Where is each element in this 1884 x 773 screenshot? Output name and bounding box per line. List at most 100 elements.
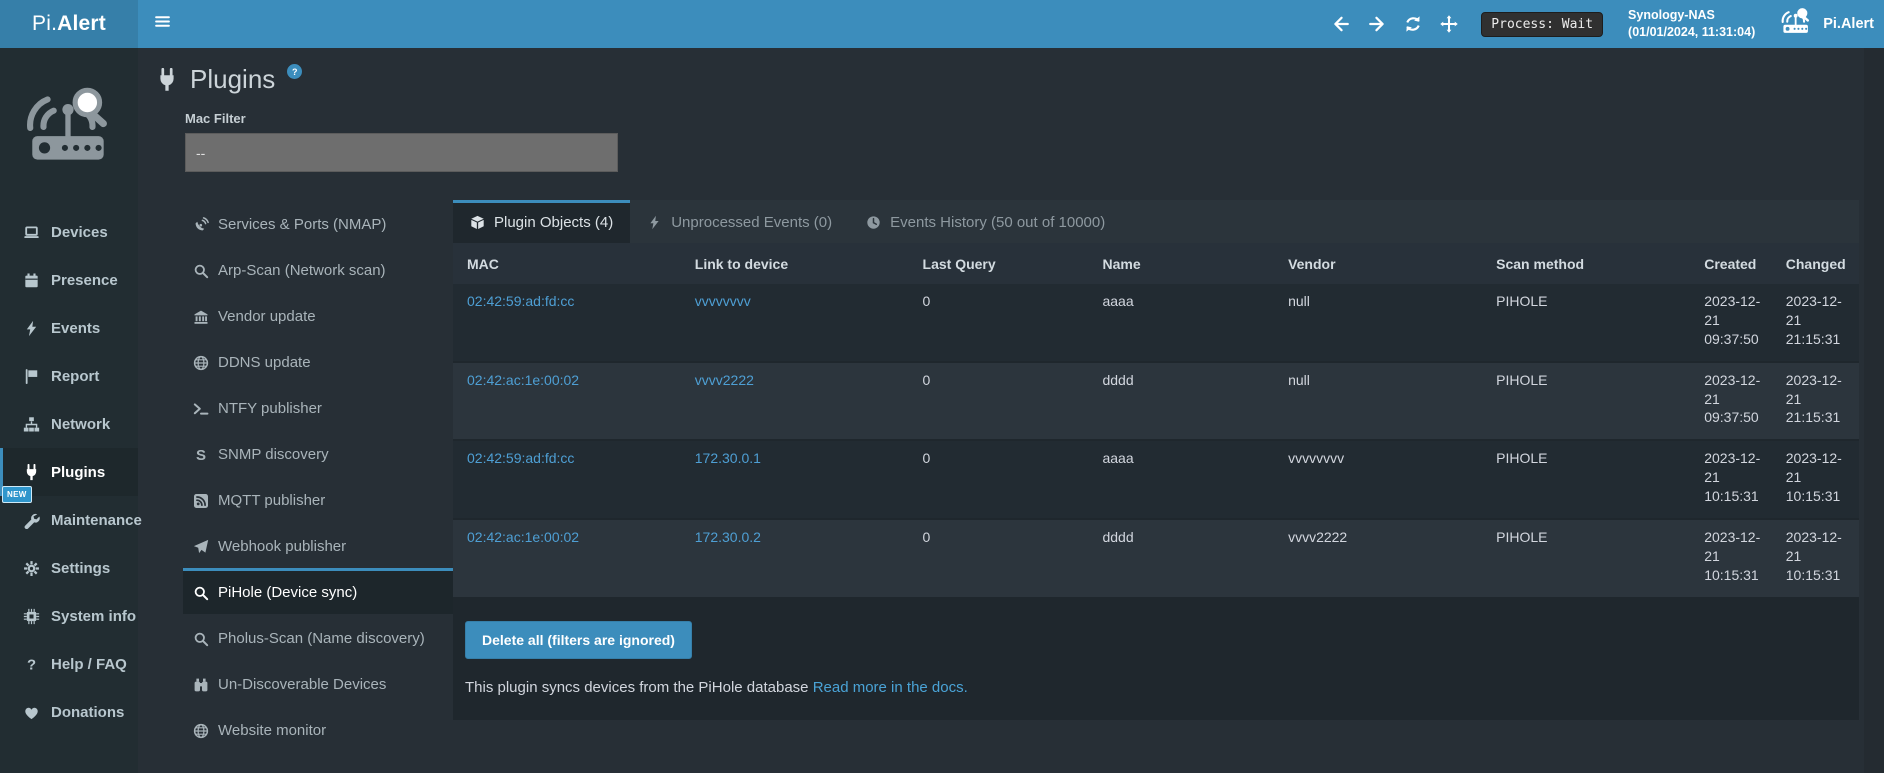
sidebar-toggle-button[interactable] <box>138 13 187 35</box>
table-row: 02:42:ac:1e:00:02 172.30.0.2 0 dddd vvvv… <box>453 519 1859 598</box>
plugin-nav-item[interactable]: Services & Ports (NMAP) <box>183 200 453 246</box>
sidebar-item-label: Donations <box>51 704 124 721</box>
plugin-nav-item[interactable]: Un-Discoverable Devices <box>183 660 453 706</box>
cell-mac: 02:42:59:ad:fd:cc <box>453 440 681 519</box>
mac-link[interactable]: 02:42:59:ad:fd:cc <box>467 450 574 466</box>
tab-bar: Plugin Objects (4) Unprocessed Events (0… <box>453 200 1859 243</box>
plugin-nav-item[interactable]: Vendor update <box>183 292 453 338</box>
sidebar: Devices Presence Events <box>0 48 138 773</box>
tab-icon <box>647 215 662 230</box>
sidebar-logo <box>0 48 138 208</box>
sidebar-item[interactable]: ? Help / FAQ <box>0 640 138 688</box>
plugin-nav-item-icon <box>193 217 209 233</box>
plugin-nav-item-label: Website monitor <box>218 722 326 739</box>
plugin-nav-item-label: PiHole (Device sync) <box>218 584 357 601</box>
device-link[interactable]: vvvvvvvv <box>695 293 751 309</box>
page-title: Plugins ? <box>155 64 1859 95</box>
move-resize-button[interactable] <box>1439 15 1458 34</box>
plugin-nav-item[interactable]: Pholus-Scan (Name discovery) <box>183 614 453 660</box>
plugin-nav-item-label: MQTT publisher <box>218 492 325 509</box>
sidebar-item-label: Settings <box>51 560 110 577</box>
cell-created: 2023-12-21 10:15:31 <box>1690 519 1772 598</box>
sidebar-item[interactable]: Donations <box>0 688 138 736</box>
plugin-description-text: This plugin syncs devices from the PiHol… <box>465 679 813 696</box>
tab[interactable]: Events History (50 out of 10000) <box>849 200 1122 243</box>
brand-logo[interactable]: Pi.Alert <box>0 0 138 48</box>
cell-scan-method: PIHOLE <box>1482 284 1690 362</box>
cell-scan-method: PIHOLE <box>1482 519 1690 598</box>
sidebar-item[interactable]: Events <box>0 304 138 352</box>
device-link[interactable]: 172.30.0.1 <box>695 450 761 466</box>
sidebar-item-label: Report <box>51 368 99 385</box>
mac-filter-input[interactable] <box>185 133 618 172</box>
new-badge: NEW <box>2 486 32 503</box>
page-scrollbar[interactable] <box>1864 48 1884 773</box>
plugin-nav-item[interactable]: S SNMP discovery <box>183 430 453 476</box>
plugin-nav-item[interactable]: DDNS update <box>183 338 453 384</box>
plugin-nav-item[interactable]: MQTT publisher <box>183 476 453 522</box>
mac-link[interactable]: 02:42:59:ad:fd:cc <box>467 293 574 309</box>
back-button[interactable] <box>1331 15 1350 34</box>
process-status-badge: Process: Wait <box>1481 12 1603 37</box>
mac-link[interactable]: 02:42:ac:1e:00:02 <box>467 529 579 545</box>
sidebar-item[interactable]: Network <box>0 400 138 448</box>
sidebar-item-label: Maintenance <box>51 512 142 529</box>
sidebar-item-icon <box>23 320 40 337</box>
sidebar-item[interactable]: Report <box>0 352 138 400</box>
read-more-link[interactable]: Read more in the docs. <box>813 679 968 696</box>
column-header: Scan method <box>1482 243 1690 284</box>
sidebar-item[interactable]: NEW Maintenance <box>0 496 138 544</box>
cell-changed: 2023-12-21 10:15:31 <box>1772 519 1859 598</box>
plug-icon <box>155 68 179 92</box>
plugin-nav-item[interactable]: PiHole (Device sync) <box>183 568 453 614</box>
sidebar-item-icon <box>23 512 40 529</box>
cell-name: dddd <box>1088 362 1274 441</box>
plugin-nav-item-icon <box>193 263 209 279</box>
tab[interactable]: Unprocessed Events (0) <box>630 200 849 243</box>
plugin-nav-item[interactable]: Website monitor <box>183 706 453 752</box>
top-navbar: Pi.Alert Process: Wait Synology-NAS (01/… <box>0 0 1884 48</box>
sidebar-item-icon <box>23 704 40 721</box>
sidebar-menu: Devices Presence Events <box>0 208 138 736</box>
sidebar-item[interactable]: System info <box>0 592 138 640</box>
cell-link-to-device: vvvv2222 <box>681 362 909 441</box>
cell-link-to-device: 172.30.0.1 <box>681 440 909 519</box>
cell-mac: 02:42:ac:1e:00:02 <box>453 519 681 598</box>
mac-filter-label: Mac Filter <box>185 111 1859 126</box>
refresh-button[interactable] <box>1403 15 1422 34</box>
sidebar-item[interactable]: Settings <box>0 544 138 592</box>
navbar-right-cluster: Process: Wait Synology-NAS (01/01/2024, … <box>1331 7 1874 41</box>
brand-suffix: Alert <box>57 12 106 36</box>
delete-all-button[interactable]: Delete all (filters are ignored) <box>465 621 692 659</box>
plugin-nav: Services & Ports (NMAP) Arp-Scan (Networ… <box>153 200 453 752</box>
tab-icon <box>470 215 485 230</box>
filter-area: Mac Filter <box>185 111 1859 172</box>
plugin-detail-panel: Plugin Objects (4) Unprocessed Events (0… <box>453 200 1859 720</box>
help-badge[interactable]: ? <box>287 64 302 79</box>
device-link[interactable]: vvvv2222 <box>695 372 754 388</box>
plugin-nav-item[interactable]: Arp-Scan (Network scan) <box>183 246 453 292</box>
plugin-nav-item[interactable]: NTFY publisher <box>183 384 453 430</box>
cell-last-query: 0 <box>909 284 1089 362</box>
cell-created: 2023-12-21 10:15:31 <box>1690 440 1772 519</box>
tab-label: Unprocessed Events (0) <box>671 214 832 231</box>
router-scan-icon <box>1778 8 1814 40</box>
cell-link-to-device: 172.30.0.2 <box>681 519 909 598</box>
sidebar-item-label: Help / FAQ <box>51 656 127 673</box>
cell-link-to-device: vvvvvvvv <box>681 284 909 362</box>
cell-changed: 2023-12-21 21:15:31 <box>1772 362 1859 441</box>
sidebar-item[interactable]: Presence <box>0 256 138 304</box>
plugin-nav-item[interactable]: Webhook publisher <box>183 522 453 568</box>
sidebar-item-icon <box>23 560 40 577</box>
header-app-name: Pi.Alert <box>1823 16 1874 32</box>
mac-link[interactable]: 02:42:ac:1e:00:02 <box>467 372 579 388</box>
cell-name: aaaa <box>1088 440 1274 519</box>
sidebar-item-label: Plugins <box>51 464 105 481</box>
device-link[interactable]: 172.30.0.2 <box>695 529 761 545</box>
sidebar-item-label: System info <box>51 608 136 625</box>
tab[interactable]: Plugin Objects (4) <box>453 200 630 243</box>
cell-last-query: 0 <box>909 440 1089 519</box>
plugin-nav-item-icon <box>193 585 209 601</box>
forward-button[interactable] <box>1367 15 1386 34</box>
sidebar-item[interactable]: Devices <box>0 208 138 256</box>
